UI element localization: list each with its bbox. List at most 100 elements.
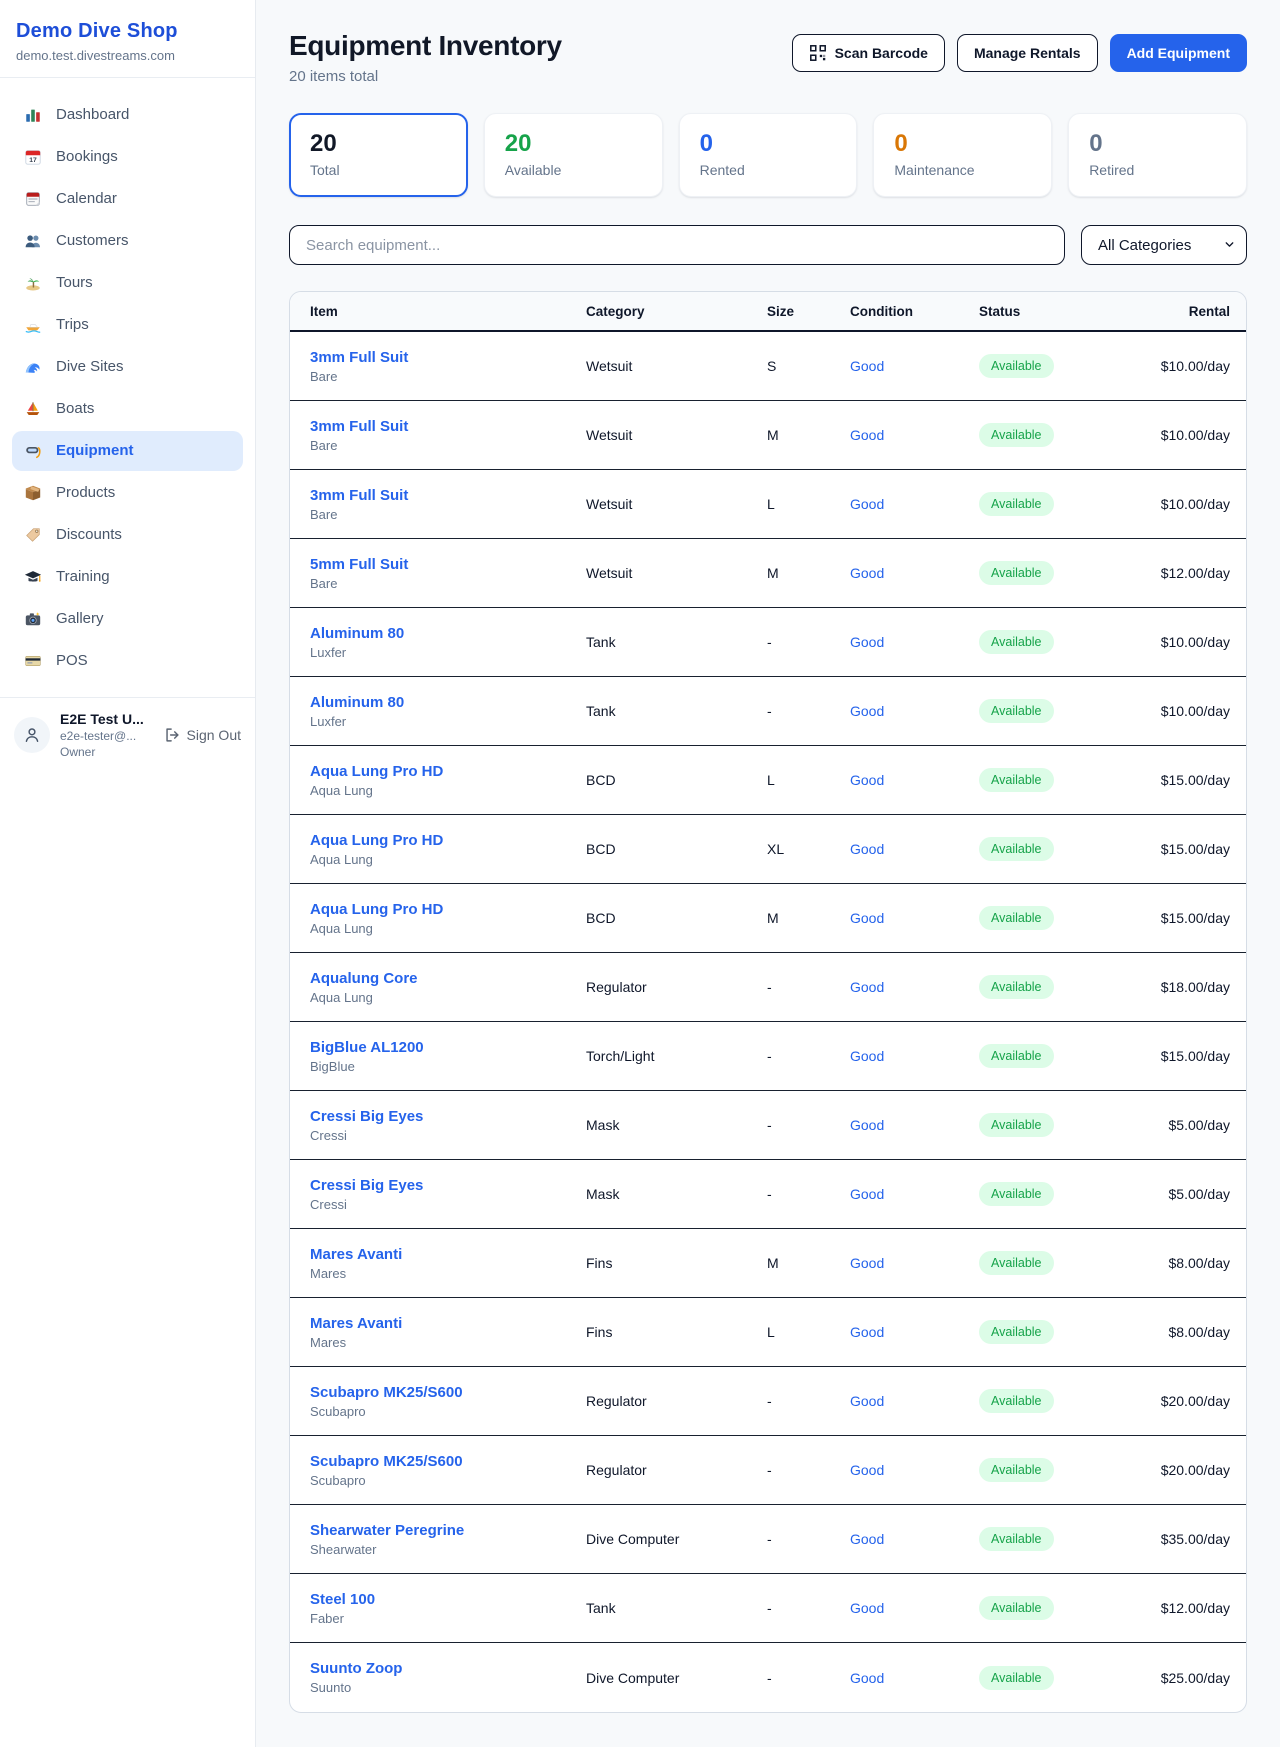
item-name-link[interactable]: Aqua Lung Pro HD xyxy=(310,763,586,780)
condition-link[interactable]: Good xyxy=(850,634,979,650)
size-cell: - xyxy=(767,1531,850,1547)
status-badge: Available xyxy=(979,1666,1054,1690)
item-name-link[interactable]: Mares Avanti xyxy=(310,1246,586,1263)
sidebar-item-dive-sites[interactable]: Dive Sites xyxy=(12,347,243,387)
table-row: Mares AvantiMaresFinsLGoodAvailable$8.00… xyxy=(290,1298,1246,1367)
item-name-link[interactable]: 3mm Full Suit xyxy=(310,418,586,435)
item-name-link[interactable]: Aqua Lung Pro HD xyxy=(310,901,586,918)
category-cell: Fins xyxy=(586,1324,767,1340)
stat-label: Total xyxy=(310,162,447,178)
item-name-link[interactable]: Steel 100 xyxy=(310,1591,586,1608)
user-email: e2e-tester@... xyxy=(60,729,153,743)
item-name-link[interactable]: Aluminum 80 xyxy=(310,625,586,642)
status-cell: Available xyxy=(979,1182,1129,1206)
stat-card-rented[interactable]: 0Rented xyxy=(679,113,858,197)
sidebar-item-boats[interactable]: Boats xyxy=(12,389,243,429)
size-cell: - xyxy=(767,1117,850,1133)
sidebar-item-tours[interactable]: Tours xyxy=(12,263,243,303)
sidebar-item-calendar[interactable]: Calendar xyxy=(12,179,243,219)
condition-link[interactable]: Good xyxy=(850,1462,979,1478)
add-equipment-button[interactable]: Add Equipment xyxy=(1110,34,1247,72)
category-cell: Mask xyxy=(586,1117,767,1133)
rental-cell: $12.00/day xyxy=(1129,565,1230,581)
manage-rentals-button[interactable]: Manage Rentals xyxy=(957,34,1098,72)
sidebar-item-label: Dive Sites xyxy=(56,357,124,377)
scan-barcode-button[interactable]: Scan Barcode xyxy=(792,34,945,72)
sign-out-button[interactable]: Sign Out xyxy=(163,726,241,744)
stat-card-available[interactable]: 20Available xyxy=(484,113,663,197)
sidebar-item-discounts[interactable]: Discounts xyxy=(12,515,243,555)
status-cell: Available xyxy=(979,1320,1129,1344)
item-name-link[interactable]: Cressi Big Eyes xyxy=(310,1177,586,1194)
item-name-link[interactable]: Scubapro MK25/S600 xyxy=(310,1453,586,1470)
item-name-link[interactable]: Mares Avanti xyxy=(310,1315,586,1332)
search-input[interactable] xyxy=(289,225,1065,265)
dive-sites-icon xyxy=(24,358,42,376)
item-name-link[interactable]: Aqualung Core xyxy=(310,970,586,987)
item-cell: Mares AvantiMares xyxy=(310,1315,586,1350)
condition-link[interactable]: Good xyxy=(850,427,979,443)
sidebar-item-gallery[interactable]: Gallery xyxy=(12,599,243,639)
condition-link[interactable]: Good xyxy=(850,1255,979,1271)
condition-link[interactable]: Good xyxy=(850,1600,979,1616)
sidebar-item-customers[interactable]: Customers xyxy=(12,221,243,261)
item-name-link[interactable]: Aluminum 80 xyxy=(310,694,586,711)
rental-cell: $15.00/day xyxy=(1129,772,1230,788)
sidebar-item-label: Tours xyxy=(56,273,93,293)
person-icon xyxy=(23,726,41,744)
condition-link[interactable]: Good xyxy=(850,841,979,857)
sidebar-item-dashboard[interactable]: Dashboard xyxy=(12,95,243,135)
sidebar-item-equipment[interactable]: Equipment xyxy=(12,431,243,471)
condition-link[interactable]: Good xyxy=(850,1670,979,1686)
category-select[interactable]: All Categories xyxy=(1081,225,1247,265)
item-name-link[interactable]: 3mm Full Suit xyxy=(310,349,586,366)
stat-card-maintenance[interactable]: 0Maintenance xyxy=(873,113,1052,197)
column-header-category: Category xyxy=(586,304,767,319)
item-name-link[interactable]: Scubapro MK25/S600 xyxy=(310,1384,586,1401)
condition-link[interactable]: Good xyxy=(850,772,979,788)
stat-card-total[interactable]: 20 Total xyxy=(289,113,468,197)
condition-link[interactable]: Good xyxy=(850,358,979,374)
condition-link[interactable]: Good xyxy=(850,703,979,719)
item-name-link[interactable]: 5mm Full Suit xyxy=(310,556,586,573)
status-badge: Available xyxy=(979,975,1054,999)
sidebar-item-pos[interactable]: POS xyxy=(12,641,243,681)
sidebar-item-bookings[interactable]: 17Bookings xyxy=(12,137,243,177)
status-cell: Available xyxy=(979,1666,1129,1690)
stat-card-retired[interactable]: 0Retired xyxy=(1068,113,1247,197)
size-cell: L xyxy=(767,496,850,512)
status-cell: Available xyxy=(979,561,1129,585)
item-name-link[interactable]: Shearwater Peregrine xyxy=(310,1522,586,1539)
item-name-link[interactable]: Suunto Zoop xyxy=(310,1660,586,1677)
item-cell: Cressi Big EyesCressi xyxy=(310,1177,586,1212)
boats-icon xyxy=(24,400,42,418)
sidebar-item-products[interactable]: Products xyxy=(12,473,243,513)
condition-link[interactable]: Good xyxy=(850,979,979,995)
equipment-table: ItemCategorySizeConditionStatusRental 3m… xyxy=(289,291,1247,1713)
condition-link[interactable]: Good xyxy=(850,565,979,581)
item-name-link[interactable]: BigBlue AL1200 xyxy=(310,1039,586,1056)
sidebar-item-training[interactable]: Training xyxy=(12,557,243,597)
condition-link[interactable]: Good xyxy=(850,910,979,926)
customers-icon xyxy=(24,232,42,250)
condition-link[interactable]: Good xyxy=(850,1531,979,1547)
sidebar-item-trips[interactable]: Trips xyxy=(12,305,243,345)
category-cell: Wetsuit xyxy=(586,358,767,374)
item-name-link[interactable]: 3mm Full Suit xyxy=(310,487,586,504)
bookings-icon: 17 xyxy=(24,148,42,166)
svg-text:17: 17 xyxy=(29,157,37,164)
table-row: Scubapro MK25/S600ScubaproRegulator-Good… xyxy=(290,1436,1246,1505)
condition-link[interactable]: Good xyxy=(850,1186,979,1202)
stat-value: 0 xyxy=(1089,129,1226,159)
condition-link[interactable]: Good xyxy=(850,1393,979,1409)
condition-link[interactable]: Good xyxy=(850,1324,979,1340)
stat-value: 0 xyxy=(700,129,837,159)
condition-link[interactable]: Good xyxy=(850,496,979,512)
condition-link[interactable]: Good xyxy=(850,1117,979,1133)
brand-name[interactable]: Demo Dive Shop xyxy=(16,20,239,43)
item-name-link[interactable]: Cressi Big Eyes xyxy=(310,1108,586,1125)
page-title: Equipment Inventory xyxy=(289,30,562,62)
condition-link[interactable]: Good xyxy=(850,1048,979,1064)
stat-value: 20 xyxy=(310,129,447,159)
item-name-link[interactable]: Aqua Lung Pro HD xyxy=(310,832,586,849)
